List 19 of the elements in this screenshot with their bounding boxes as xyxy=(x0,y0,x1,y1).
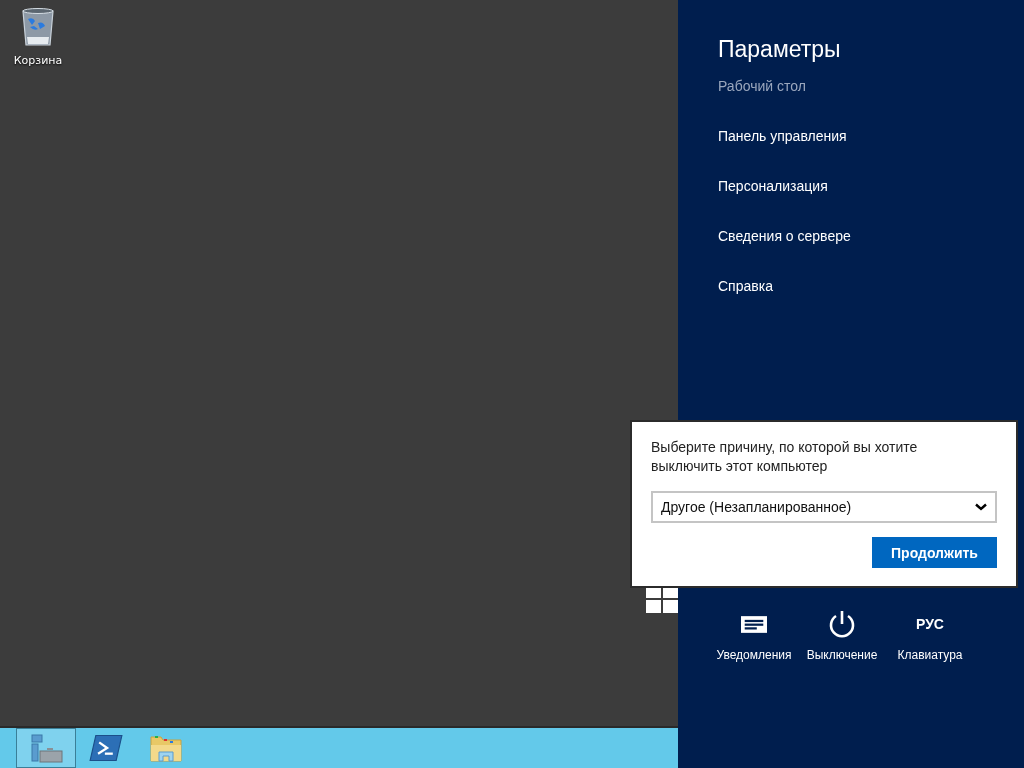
reason-dropdown[interactable]: Другое (Незапланированное) xyxy=(651,491,997,523)
quick-setting-label: Клавиатура xyxy=(897,648,963,662)
icon-label: Корзина xyxy=(13,54,63,67)
quick-setting-label: Выключение xyxy=(806,648,878,662)
pane-title: Параметры xyxy=(718,36,841,63)
settings-link[interactable]: Персонализация xyxy=(718,177,828,227)
settings-link[interactable]: Панель управления xyxy=(718,127,847,177)
server-manager-icon[interactable] xyxy=(16,728,76,768)
keyboard-layout-indicator[interactable]: РУС xyxy=(916,616,944,632)
dialog-prompt: Выберите причину, по которой вы хотите выключить этот компьютер xyxy=(651,438,919,476)
section-label: Рабочий стол xyxy=(718,77,806,96)
notifications-icon[interactable] xyxy=(741,615,767,633)
continue-button[interactable]: Продолжить xyxy=(872,537,997,568)
power-icon[interactable] xyxy=(828,609,856,639)
settings-link[interactable]: Сведения о сервере xyxy=(718,227,851,277)
chevron-icon xyxy=(975,503,987,511)
recycle-bin-icon[interactable] xyxy=(21,6,55,48)
settings-link[interactable]: Справка xyxy=(718,277,773,327)
quick-setting-label: Уведомления xyxy=(716,648,792,662)
